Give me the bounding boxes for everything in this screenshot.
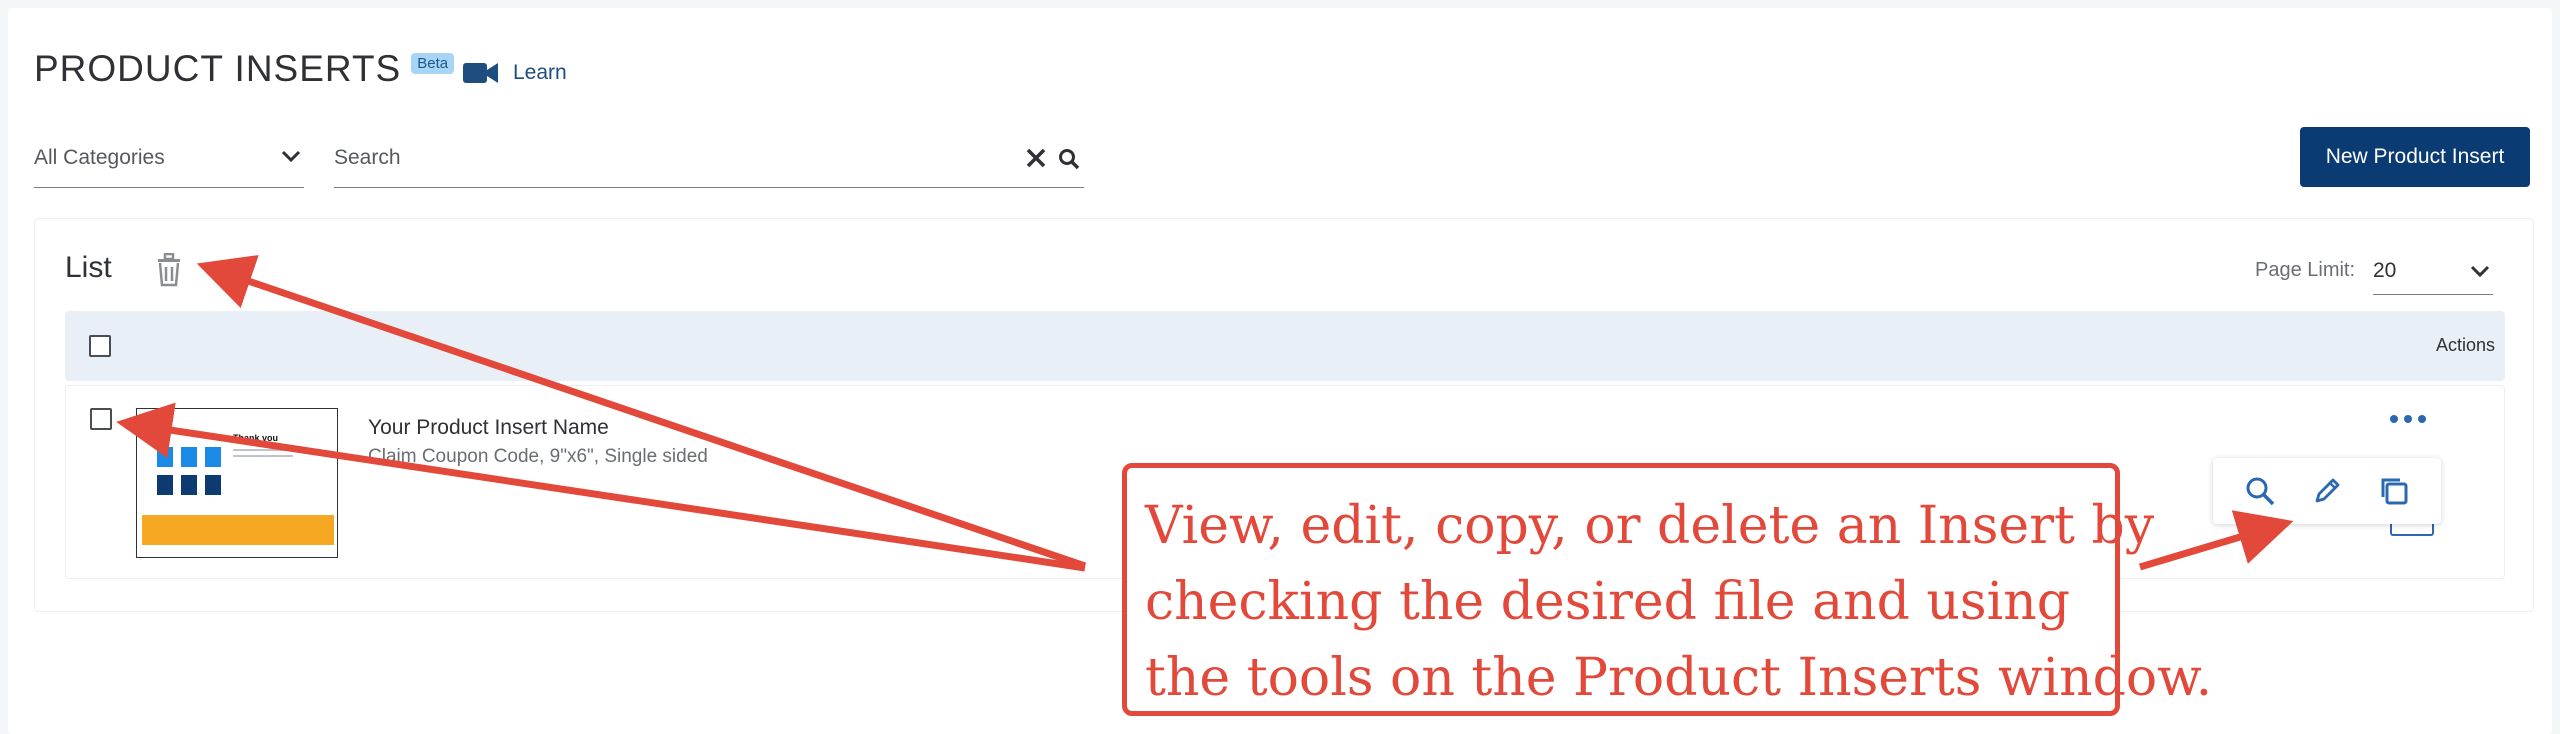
thumbnail-line xyxy=(233,449,303,451)
row-checkbox[interactable] xyxy=(90,408,112,430)
search-input[interactable]: Search xyxy=(334,136,1084,188)
insert-name: Your Product Insert Name xyxy=(368,416,609,439)
chevron-down-icon xyxy=(281,150,301,163)
thumbnail-block xyxy=(205,447,221,467)
thumbnail-footer-bar xyxy=(142,515,334,545)
more-actions-icon[interactable] xyxy=(2388,412,2428,426)
chevron-down-icon xyxy=(2470,265,2490,278)
callout-line: View, edit, copy, or delete an Insert by xyxy=(1145,496,2155,556)
thumbnail-block xyxy=(181,475,197,495)
page-title: PRODUCT INSERTS xyxy=(34,48,402,89)
thumbnail-line xyxy=(233,455,293,457)
thumbnail-block xyxy=(181,447,197,467)
trash-icon[interactable] xyxy=(155,253,183,287)
insert-thumbnail: Thank you xyxy=(136,408,338,558)
page-limit-label: Page Limit: xyxy=(2255,259,2356,281)
new-product-insert-button[interactable]: New Product Insert xyxy=(2300,127,2530,187)
thumbnail-block xyxy=(157,475,173,495)
copy-icon[interactable] xyxy=(2378,475,2410,507)
learn-link[interactable]: Learn xyxy=(463,61,567,85)
category-select-value: All Categories xyxy=(34,146,165,169)
row-tools-menu xyxy=(2213,458,2441,524)
page-limit-value: 20 xyxy=(2373,259,2397,282)
table-header: Actions xyxy=(65,311,2505,381)
category-select[interactable]: All Categories xyxy=(34,136,304,188)
learn-label: Learn xyxy=(513,61,567,84)
page-limit-select[interactable]: 20 xyxy=(2373,251,2493,295)
annotation-callout: View, edit, copy, or delete an Insert by… xyxy=(1122,463,2213,716)
search-icon[interactable] xyxy=(1058,148,1080,170)
actions-column-header: Actions xyxy=(2435,335,2495,355)
callout-line: checking the desired file and using xyxy=(1145,572,2070,632)
search-placeholder: Search xyxy=(334,146,401,169)
list-title: List xyxy=(65,251,112,284)
pencil-icon[interactable] xyxy=(2311,475,2343,507)
select-all-checkbox[interactable] xyxy=(89,335,111,357)
thumbnail-text: Thank you xyxy=(233,433,279,443)
clear-icon[interactable] xyxy=(1024,146,1048,170)
beta-badge: Beta xyxy=(411,53,455,74)
video-camera-icon xyxy=(463,63,498,83)
thumbnail-block xyxy=(205,475,221,495)
callout-line: the tools on the Product Inserts window. xyxy=(1145,648,2213,708)
search-icon[interactable] xyxy=(2244,475,2276,507)
page-header: PRODUCT INSERTS Beta xyxy=(34,48,455,90)
thumbnail-block xyxy=(157,447,173,467)
insert-details: Claim Coupon Code, 9"x6", Single sided xyxy=(368,446,708,467)
